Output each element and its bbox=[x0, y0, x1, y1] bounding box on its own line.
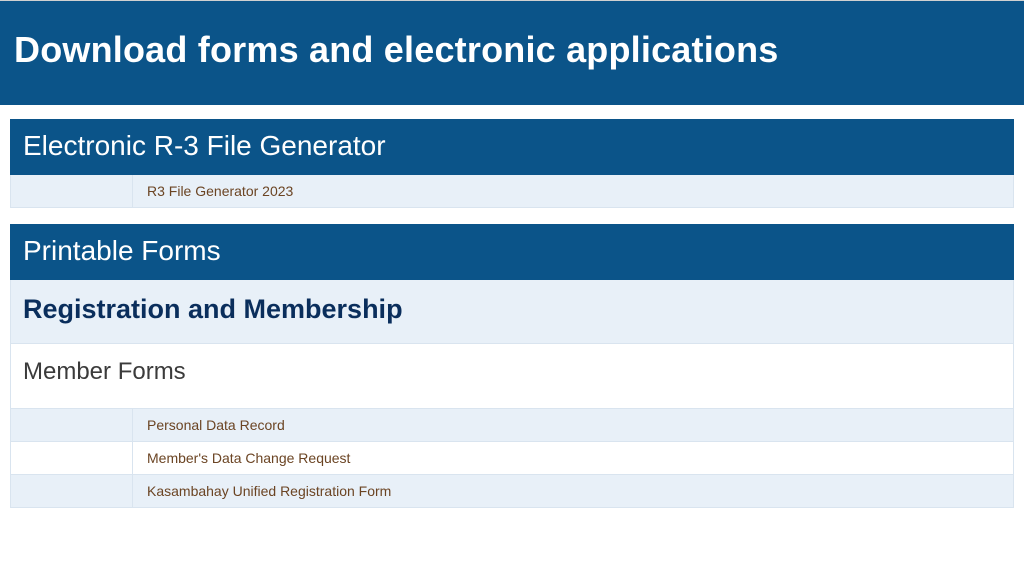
section-header: Electronic R-3 File Generator bbox=[10, 119, 1014, 175]
group-title: Member Forms bbox=[23, 358, 1001, 386]
section-printable-forms: Printable Forms Registration and Members… bbox=[10, 224, 1014, 508]
group-header: Member Forms bbox=[10, 344, 1014, 409]
page-header: Download forms and electronic applicatio… bbox=[0, 0, 1024, 105]
spacer-cell bbox=[11, 409, 133, 441]
spacer-cell bbox=[11, 475, 133, 507]
list-item: Member's Data Change Request bbox=[10, 442, 1014, 475]
section-header: Printable Forms bbox=[10, 224, 1014, 280]
list-item: Personal Data Record bbox=[10, 409, 1014, 442]
list-item: R3 File Generator 2023 bbox=[10, 175, 1014, 208]
content-area: Electronic R-3 File Generator R3 File Ge… bbox=[0, 105, 1024, 508]
section-electronic-r3: Electronic R-3 File Generator R3 File Ge… bbox=[10, 119, 1014, 208]
page-title: Download forms and electronic applicatio… bbox=[14, 29, 1010, 71]
download-link-r3-2023[interactable]: R3 File Generator 2023 bbox=[133, 175, 307, 207]
download-link-member-data-change[interactable]: Member's Data Change Request bbox=[133, 442, 364, 474]
list-item: Kasambahay Unified Registration Form bbox=[10, 475, 1014, 508]
subsection-title: Registration and Membership bbox=[23, 294, 1001, 325]
download-link-personal-data-record[interactable]: Personal Data Record bbox=[133, 409, 299, 441]
spacer-cell bbox=[11, 175, 133, 207]
subsection-header: Registration and Membership bbox=[10, 280, 1014, 344]
spacer-cell bbox=[11, 442, 133, 474]
download-link-kasambahay[interactable]: Kasambahay Unified Registration Form bbox=[133, 475, 405, 507]
section-title: Printable Forms bbox=[23, 235, 1001, 267]
section-title: Electronic R-3 File Generator bbox=[23, 130, 1001, 162]
